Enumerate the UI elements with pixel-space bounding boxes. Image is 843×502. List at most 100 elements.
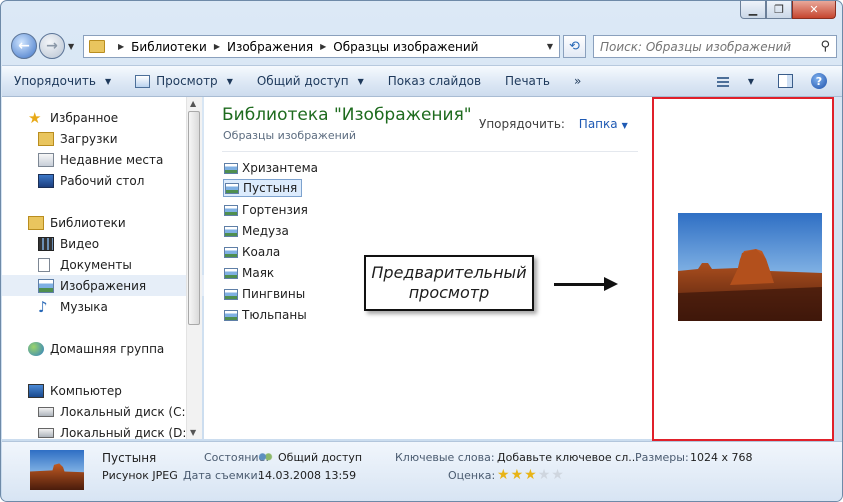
breadcrumb-separator-icon[interactable]: ▶ — [214, 42, 220, 51]
sidebar-item-label: Библиотеки — [50, 215, 126, 230]
star-icon[interactable]: ★ — [551, 467, 565, 483]
image-file-icon — [224, 204, 238, 216]
callout-arrow — [554, 283, 610, 286]
file-item[interactable]: Тюльпаны — [223, 306, 311, 324]
sidebar-item-label: Видео — [60, 236, 100, 251]
sidebar-item-label: Документы — [60, 257, 132, 272]
star-icon[interactable]: ★ — [538, 467, 552, 483]
refresh-button[interactable]: ⟲ — [563, 35, 586, 58]
arrange-value: Папка — [578, 117, 618, 131]
more-commands-icon: » — [573, 74, 582, 88]
change-view-button[interactable] — [712, 70, 734, 92]
image-file-icon — [224, 162, 238, 174]
star-icon[interactable]: ★ — [524, 467, 538, 483]
back-button[interactable]: ← — [11, 33, 37, 59]
back-arrow-icon: ← — [18, 38, 30, 54]
print-button[interactable]: Печать — [493, 66, 562, 96]
search-input[interactable] — [594, 38, 821, 55]
details-dimensions-value: 1024 x 768 — [690, 451, 753, 464]
sidebar-item-libraries[interactable]: Библиотеки — [2, 212, 211, 233]
recent-places-icon — [38, 152, 54, 167]
file-item[interactable]: Гортензия — [223, 201, 312, 219]
rating-stars[interactable]: ★★★★★ — [497, 467, 565, 483]
share-button[interactable]: Общий доступ ▼ — [245, 66, 376, 96]
file-name: Медуза — [242, 224, 289, 238]
navigation-bar: ← → ▼ ▶ Библиотеки ▶ Изображения ▶ Образ… — [7, 33, 837, 61]
details-keywords-label: Ключевые слова: — [395, 451, 495, 464]
breadcrumb-separator-icon[interactable]: ▶ — [320, 42, 326, 51]
sidebar-item-label: Загрузки — [60, 131, 118, 146]
share-label: Общий доступ — [256, 74, 349, 88]
documents-icon — [38, 257, 50, 272]
file-item[interactable]: Медуза — [223, 222, 293, 240]
details-keywords-value[interactable]: Добавьте ключевое сл... — [497, 451, 639, 464]
maximize-button[interactable]: ❐ — [766, 1, 792, 19]
callout-arrow-head-icon — [604, 277, 618, 291]
details-dimensions-label: Размеры: — [635, 451, 689, 464]
file-item[interactable]: Маяк — [223, 264, 278, 282]
scroll-up-icon[interactable]: ▲ — [190, 99, 196, 108]
sidebar-item-label: Недавние места — [60, 152, 164, 167]
file-item[interactable]: Хризантема — [223, 159, 322, 177]
navigation-scrollbar[interactable]: ▲ ▼ — [186, 97, 202, 439]
search-box: ⚲ — [593, 35, 837, 58]
more-commands-button[interactable]: » — [562, 66, 593, 96]
star-icon: ★ — [28, 108, 42, 127]
details-date-value[interactable]: 14.03.2008 13:59 — [258, 469, 356, 482]
breadcrumb: ▶ Библиотеки ▶ Изображения ▶ Образцы изо… — [111, 40, 478, 54]
desktop-icon — [38, 173, 54, 188]
sidebar-item-label: Рабочий стол — [60, 173, 145, 188]
recent-pages-dropdown-icon[interactable]: ▼ — [68, 42, 74, 51]
view-label: Просмотр — [156, 74, 218, 88]
file-name: Гортензия — [242, 203, 308, 217]
search-icon[interactable]: ⚲ — [820, 39, 830, 54]
arrange-dropdown[interactable]: Папка ▼ — [579, 117, 628, 131]
scroll-down-icon[interactable]: ▼ — [190, 428, 196, 437]
sidebar-item-label: Компьютер — [50, 383, 122, 398]
toolbar-right-group: ▼ ? — [706, 70, 842, 92]
shared-people-icon — [258, 452, 273, 464]
file-item-selected[interactable]: Пустыня — [223, 179, 303, 197]
chevron-down-icon: ▼ — [104, 76, 112, 86]
breadcrumb-sample-pictures[interactable]: Образцы изображений — [333, 40, 478, 54]
caption-buttons: ▁ ❐ ✕ — [740, 1, 836, 19]
star-icon[interactable]: ★ — [511, 467, 525, 483]
sidebar-item-favorites[interactable]: ★ Избранное — [2, 107, 211, 128]
close-button[interactable]: ✕ — [792, 1, 836, 19]
file-item[interactable]: Коала — [223, 243, 284, 261]
file-item[interactable]: Пингвины — [223, 285, 309, 303]
address-bar[interactable]: ▶ Библиотеки ▶ Изображения ▶ Образцы изо… — [83, 35, 560, 58]
computer-icon — [28, 383, 44, 398]
breadcrumb-pictures[interactable]: Изображения — [227, 40, 313, 54]
preview-callout: Предварительный просмотр — [364, 255, 534, 311]
slideshow-button[interactable]: Показ слайдов — [376, 66, 493, 96]
sidebar-item-label: Избранное — [50, 110, 119, 125]
organize-label: Упорядочить — [14, 74, 96, 88]
header-divider — [222, 151, 638, 152]
sidebar-item-homegroup[interactable]: Домашняя группа — [2, 338, 211, 359]
change-view-dropdown[interactable]: ▼ — [740, 70, 762, 92]
organize-button[interactable]: Упорядочить ▼ — [2, 66, 123, 96]
view-button[interactable]: Просмотр ▼ — [123, 66, 245, 96]
explorer-window: ▁ ❐ ✕ ← → ▼ ▶ Библиотеки ▶ Изображения ▶… — [0, 0, 843, 502]
help-button[interactable]: ? — [808, 70, 830, 92]
preview-pane-toggle[interactable] — [774, 70, 796, 92]
video-icon — [38, 236, 54, 251]
details-file-type: Рисунок JPEG — [102, 469, 178, 482]
scrollbar-thumb[interactable] — [188, 111, 200, 325]
view-grid-icon — [717, 75, 729, 87]
forward-button[interactable]: → — [39, 33, 65, 59]
desert-thumbnail-image — [30, 450, 84, 490]
chevron-down-icon: ▼ — [621, 121, 628, 130]
image-file-icon — [225, 182, 239, 194]
sidebar-item-computer[interactable]: Компьютер — [2, 380, 211, 401]
preview-pane-icon — [777, 74, 793, 88]
file-name: Хризантема — [242, 161, 318, 175]
details-rating-label: Оценка: — [448, 469, 496, 482]
arrange-label: Упорядочить: — [479, 117, 565, 131]
breadcrumb-separator-icon[interactable]: ▶ — [118, 42, 124, 51]
breadcrumb-libraries[interactable]: Библиотеки — [131, 40, 207, 54]
star-icon[interactable]: ★ — [497, 467, 511, 483]
minimize-button[interactable]: ▁ — [740, 1, 766, 19]
address-dropdown-icon[interactable]: ▼ — [547, 42, 553, 51]
